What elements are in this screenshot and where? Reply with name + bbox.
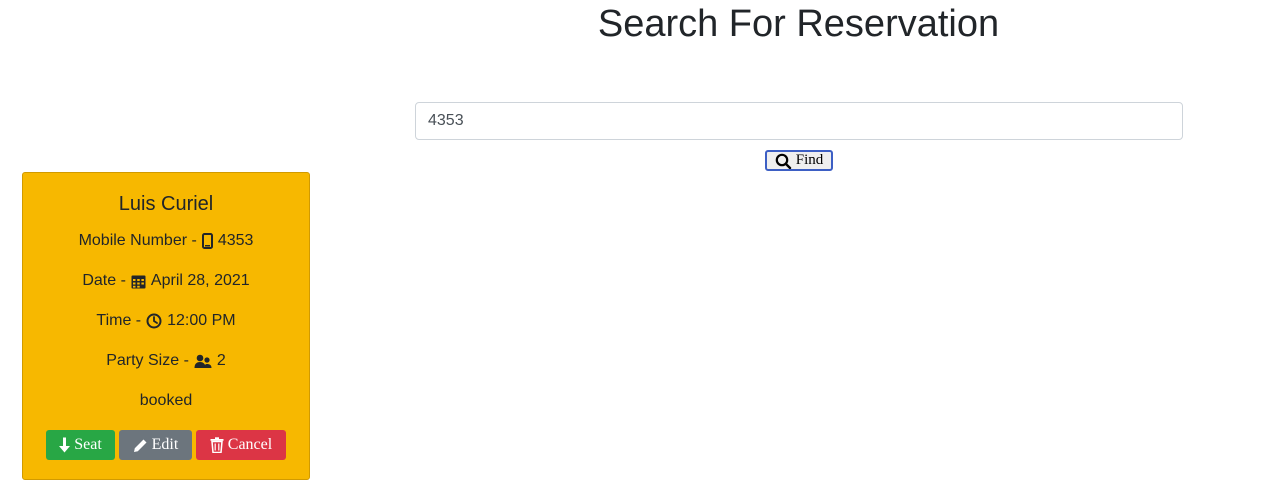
mobile-label: Mobile Number - (78, 232, 197, 249)
phone-icon (201, 233, 213, 249)
reservation-party-size: Party Size - 2 (23, 351, 309, 371)
reservation-status: booked (23, 391, 309, 411)
page-title: Search For Reservation (597, 3, 1000, 45)
reservation-card: Luis Curiel Mobile Number - 4353 Date - … (22, 172, 310, 480)
cancel-label: Cancel (227, 436, 273, 453)
time-label: Time - (96, 312, 142, 329)
party-value: 2 (216, 352, 226, 369)
seat-button[interactable]: Seat (46, 430, 115, 460)
calendar-icon (131, 275, 146, 288)
search-input[interactable] (415, 102, 1183, 140)
trash-icon (210, 437, 224, 453)
reservation-actions: Seat Edit Cancel (46, 430, 286, 460)
edit-button[interactable]: Edit (119, 430, 192, 460)
time-value: 12:00 PM (167, 312, 236, 329)
find-button-label: Find (795, 152, 824, 168)
clock-icon (146, 313, 162, 329)
people-icon (194, 354, 212, 368)
cancel-button[interactable]: Cancel (196, 430, 286, 460)
reservation-time: Time - 12:00 PM (23, 311, 309, 331)
arrow-down-icon (59, 437, 71, 453)
pencil-icon (133, 439, 147, 452)
reservation-mobile: Mobile Number - 4353 (23, 231, 309, 251)
reservation-date: Date - April 28, 2021 (23, 271, 309, 291)
seat-label: Seat (74, 436, 102, 453)
edit-label: Edit (151, 436, 179, 453)
reservation-name: Luis Curiel (118, 193, 214, 215)
search-icon (775, 153, 791, 169)
date-label: Date - (82, 272, 126, 289)
find-button[interactable]: Find (765, 150, 833, 171)
party-label: Party Size - (106, 352, 189, 369)
status-text: booked (139, 392, 193, 409)
mobile-value: 4353 (217, 232, 254, 249)
date-value: April 28, 2021 (150, 272, 250, 289)
